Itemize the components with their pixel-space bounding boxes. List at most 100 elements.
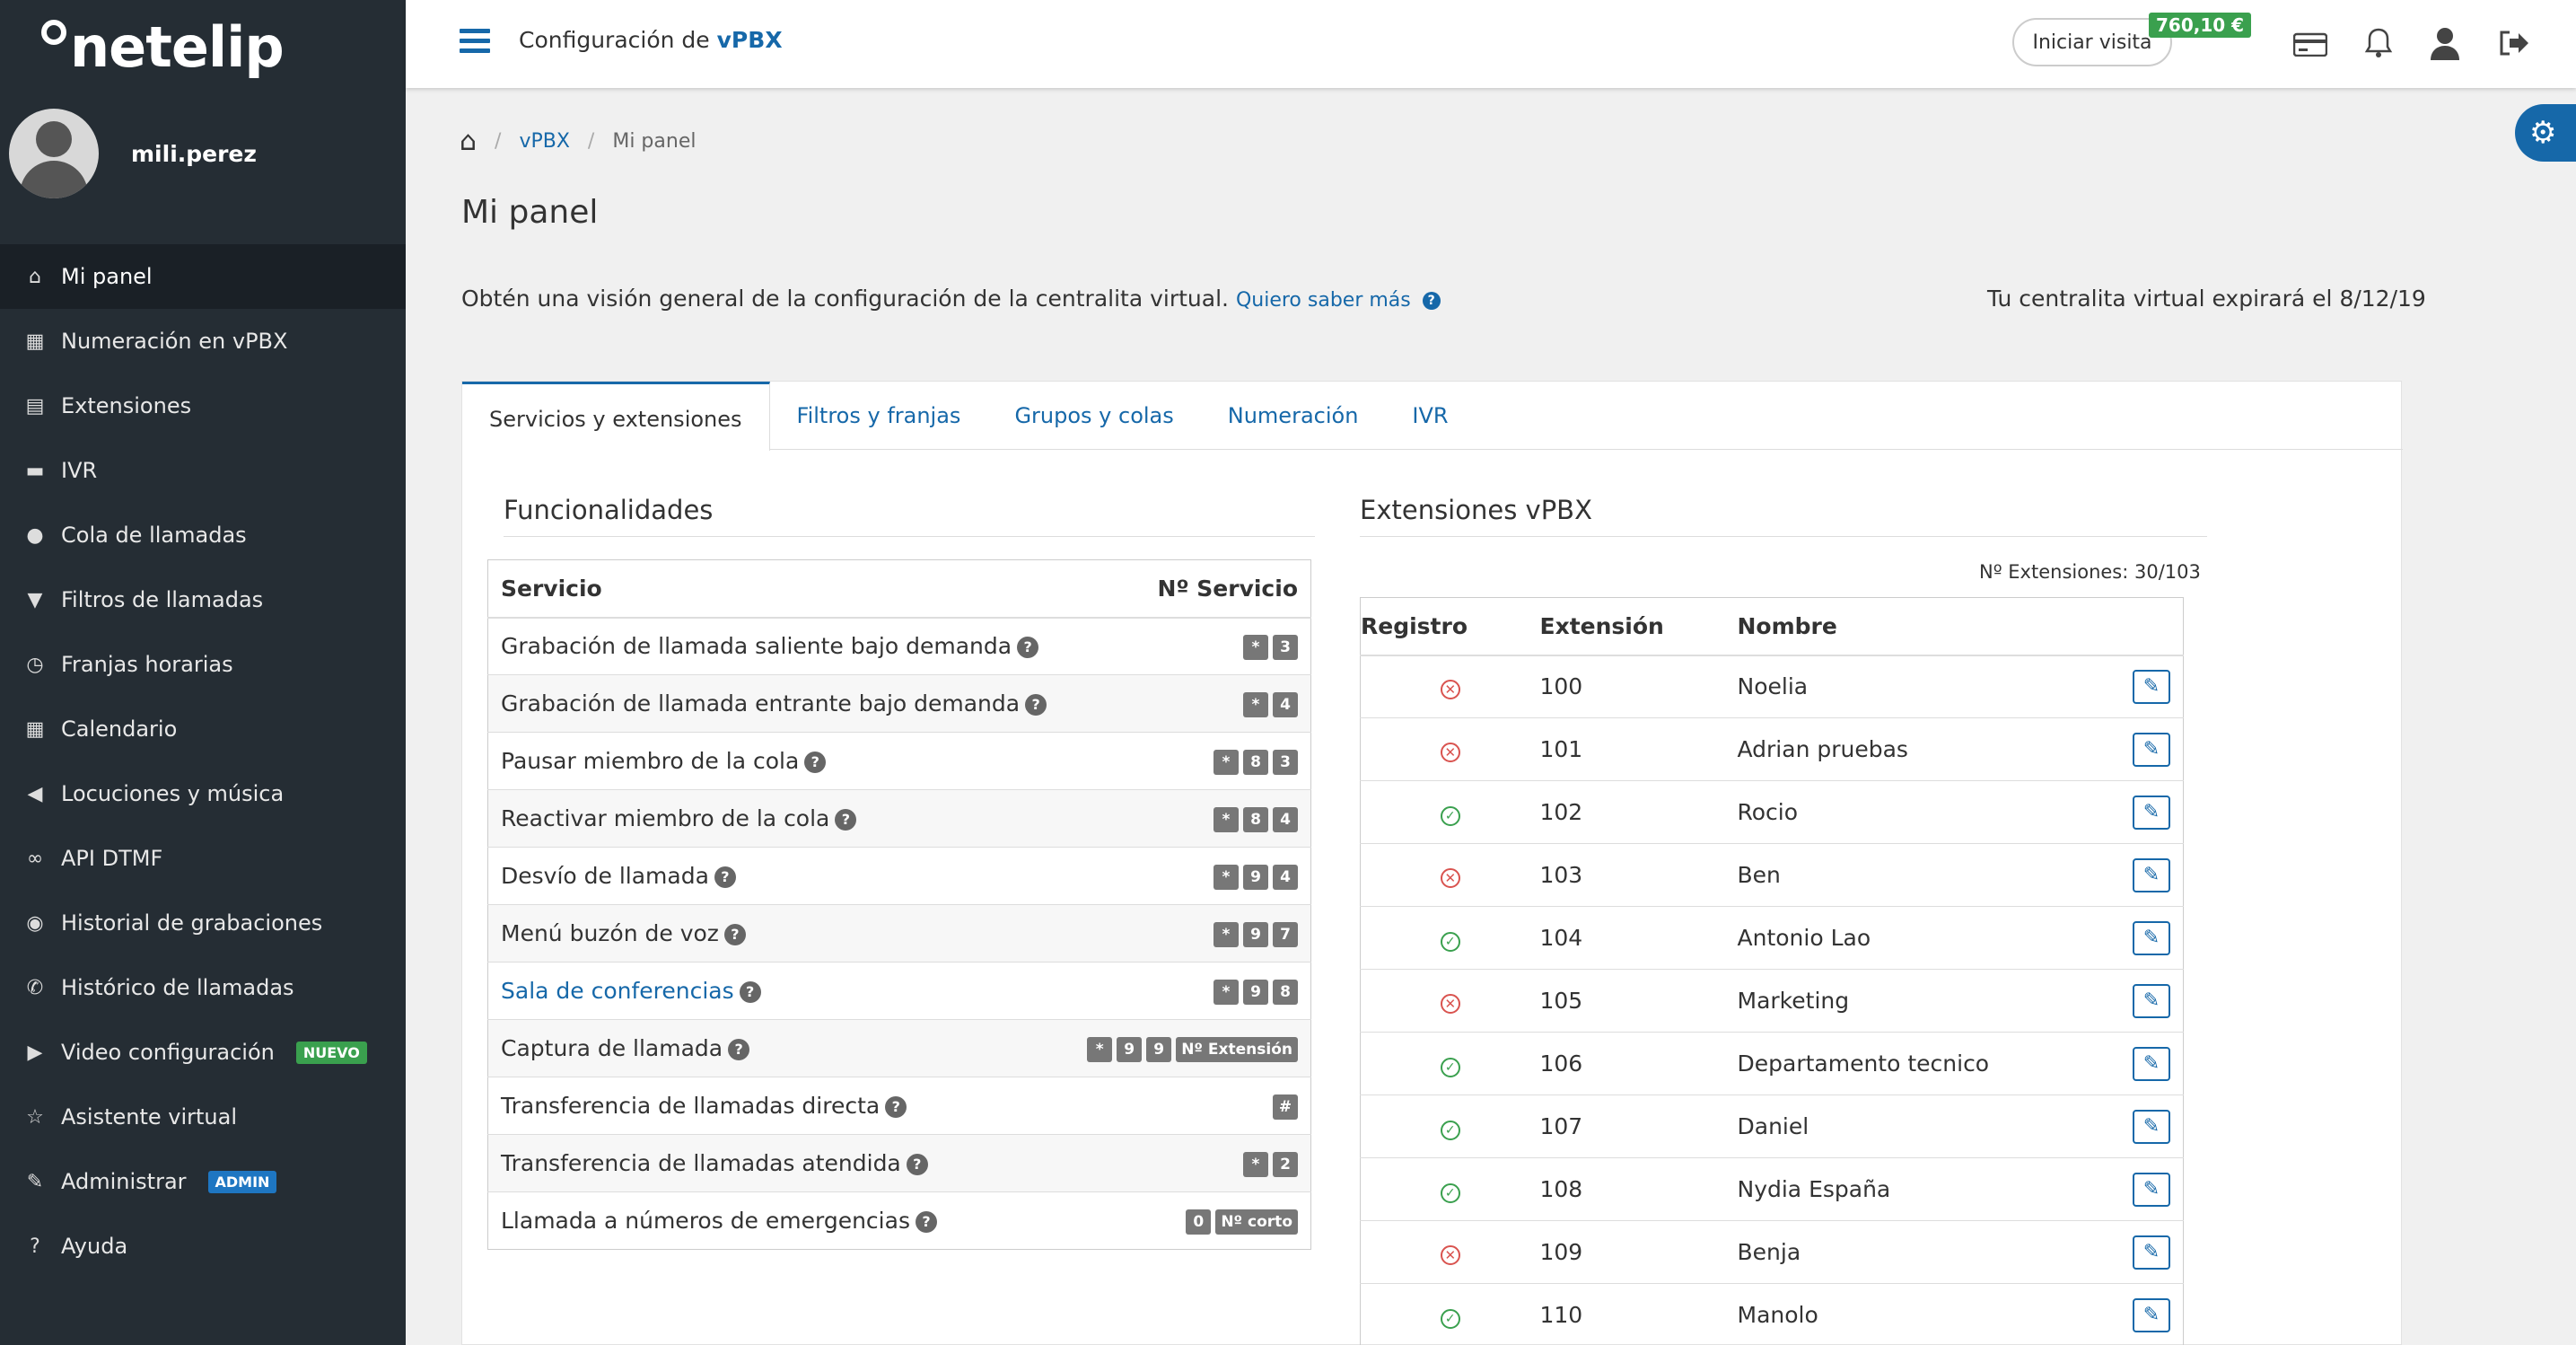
user-profile[interactable]: mili.perez <box>9 108 257 199</box>
service-key: * <box>1214 921 1239 947</box>
edit-pencil-icon[interactable]: ✎ <box>2133 857 2170 892</box>
sidebar-item-ayuda[interactable]: ? Ayuda <box>0 1214 406 1279</box>
topbar: Configuración de vPBX Iniciar visita 760… <box>406 0 2576 88</box>
sidebar-item-asistente-virtual[interactable]: ☆ Asistente virtual <box>0 1085 406 1149</box>
extension-number: 106 <box>1539 1032 1738 1095</box>
sidebar-item-ivr[interactable]: ▬ IVR <box>0 438 406 503</box>
extension-name: Antonio Lao <box>1737 906 2115 970</box>
home-icon: ⌂ <box>29 265 41 288</box>
user-account-icon[interactable] <box>2425 23 2465 63</box>
service-name-cell: Pausar miembro de la cola? <box>487 732 1067 790</box>
service-key: Nº Extensión <box>1176 1036 1298 1062</box>
registro-cell: ✓ <box>1360 1032 1540 1095</box>
sidebar-item-numeracion-en-vpbx[interactable]: ▦ Numeración en vPBX <box>0 309 406 374</box>
edit-pencil-icon[interactable]: ✎ <box>2133 920 2170 955</box>
sidebar-item-api-dtmf[interactable]: ∞ API DTMF <box>0 826 406 891</box>
menu-toggle-icon[interactable] <box>460 29 490 56</box>
service-row: Transferencia de llamadas directa? # <box>487 1077 1311 1135</box>
learn-more-link[interactable]: Quiero saber más ? <box>1236 289 1441 312</box>
service-row: Reactivar miembro de la cola? * 8 4 <box>487 789 1311 848</box>
logout-icon[interactable] <box>2493 23 2533 63</box>
sidebar-item-locuciones-y-musica[interactable]: ◀ Locuciones y música <box>0 761 406 826</box>
extension-name: Ben <box>1737 843 2115 907</box>
tab-filtros-y-franjas[interactable]: Filtros y franjas <box>770 382 988 450</box>
extension-name: Rocio <box>1737 780 2115 844</box>
extension-name: Nydia España <box>1737 1157 2115 1221</box>
service-name: Transferencia de llamadas directa <box>501 1093 881 1119</box>
edit-cell: ✎ <box>2114 1220 2184 1284</box>
learn-more-label: Quiero saber más <box>1235 289 1411 312</box>
tab-numeracion[interactable]: Numeración <box>1201 382 1386 450</box>
question-icon[interactable]: ? <box>906 1154 928 1175</box>
sidebar-item-calendario[interactable]: ▦ Calendario <box>0 697 406 761</box>
question-icon[interactable]: ? <box>739 981 761 1003</box>
extension-row: ✕ 100 Noelia ✎ <box>1360 655 2184 718</box>
edit-pencil-icon[interactable]: ✎ <box>2133 1109 2170 1144</box>
service-name-cell: Desvío de llamada? <box>487 847 1067 905</box>
extensions-col-registro: Registro <box>1360 597 1540 656</box>
extension-row: ✓ 102 Rocio ✎ <box>1360 780 2184 844</box>
edit-pencil-icon[interactable]: ✎ <box>2133 1172 2170 1207</box>
question-icon[interactable]: ? <box>1025 694 1047 716</box>
link-icon: ∞ <box>26 847 44 870</box>
sidebar-item-filtros-de-llamadas[interactable]: ▼ Filtros de llamadas <box>0 567 406 632</box>
registro-cell: ✓ <box>1360 1157 1540 1221</box>
sidebar-item-video-configuracion[interactable]: ▶ Video configuración NUEVO <box>0 1020 406 1085</box>
extension-number: 101 <box>1539 717 1738 781</box>
extension-number: 104 <box>1539 906 1738 970</box>
tab-ivr[interactable]: IVR <box>1385 382 1475 450</box>
sidebar-item-historico-de-llamadas[interactable]: ✆ Histórico de llamadas <box>0 955 406 1020</box>
service-row: Captura de llamada? * 9 9 Nº Extensión <box>487 1019 1311 1077</box>
sidebar-item-cola-de-llamadas[interactable]: ● Cola de llamadas <box>0 503 406 567</box>
service-key: 3 <box>1273 749 1298 775</box>
sidebar-item-extensiones[interactable]: ▤ Extensiones <box>0 374 406 438</box>
tab-servicios-y-extensiones[interactable]: Servicios y extensiones <box>462 382 770 451</box>
sidebar-item-mi-panel[interactable]: ⌂ Mi panel <box>0 244 406 309</box>
tab-grupos-y-colas[interactable]: Grupos y colas <box>987 382 1200 450</box>
clock-icon: ◷ <box>26 653 44 676</box>
breadcrumb-vpbx[interactable]: vPBX <box>519 130 569 153</box>
balance-badge[interactable]: 760,10 € <box>2149 13 2252 38</box>
edit-pencil-icon[interactable]: ✎ <box>2133 732 2170 767</box>
service-key: 8 <box>1273 979 1298 1005</box>
service-key: Nº corto <box>1215 1209 1298 1235</box>
question-icon[interactable]: ? <box>714 866 736 888</box>
question-icon[interactable]: ? <box>885 1096 907 1118</box>
service-name[interactable]: Sala de conferencias <box>501 978 734 1004</box>
home-icon[interactable]: ⌂ <box>460 126 477 157</box>
sidebar-item-label: Filtros de llamadas <box>61 587 264 612</box>
wallet-icon[interactable] <box>2291 23 2330 63</box>
extensions-count: Nº Extensiones: 30/103 <box>1979 561 2201 583</box>
edit-pencil-icon[interactable]: ✎ <box>2133 1235 2170 1270</box>
unregistered-x-icon: ✕ <box>1440 680 1460 700</box>
question-icon[interactable]: ? <box>728 1039 750 1060</box>
question-icon[interactable]: ? <box>835 809 857 831</box>
bell-icon[interactable] <box>2359 23 2398 63</box>
registered-check-icon: ✓ <box>1440 931 1460 952</box>
question-icon[interactable]: ? <box>804 752 827 773</box>
sidebar-item-franjas-horarias[interactable]: ◷ Franjas horarias <box>0 632 406 697</box>
registered-check-icon: ✓ <box>1440 1308 1460 1329</box>
service-code-cell: * 8 4 <box>1066 789 1311 848</box>
extension-row: ✓ 104 Antonio Lao ✎ <box>1360 906 2184 970</box>
extension-name: Marketing <box>1737 969 2115 1033</box>
edit-pencil-icon[interactable]: ✎ <box>2133 795 2170 830</box>
settings-gear-icon[interactable]: ⚙ <box>2515 104 2576 162</box>
edit-pencil-icon[interactable]: ✎ <box>2133 1297 2170 1332</box>
question-icon[interactable]: ? <box>1017 637 1039 659</box>
sidebar-item-administrar[interactable]: ✎ Administrar ADMIN <box>0 1149 406 1214</box>
edit-pencil-icon[interactable]: ✎ <box>2133 669 2170 704</box>
sidebar-item-historial-de-grabaciones[interactable]: ◉ Historial de grabaciones <box>0 891 406 955</box>
edit-pencil-icon[interactable]: ✎ <box>2133 983 2170 1018</box>
question-icon[interactable]: ? <box>915 1211 937 1233</box>
edit-pencil-icon[interactable]: ✎ <box>2133 1046 2170 1081</box>
extensions-col-nombre: Nombre <box>1737 597 2115 656</box>
service-code-cell: 0 Nº corto <box>1066 1191 1311 1250</box>
edit-cell: ✎ <box>2114 969 2184 1033</box>
sidebar-item-label: API DTMF <box>61 846 163 871</box>
service-name: Grabación de llamada saliente bajo deman… <box>501 633 1012 660</box>
question-icon: ? <box>1422 292 1441 310</box>
extension-number: 103 <box>1539 843 1738 907</box>
logo[interactable]: netelip <box>41 14 285 81</box>
question-icon[interactable]: ? <box>723 924 746 945</box>
